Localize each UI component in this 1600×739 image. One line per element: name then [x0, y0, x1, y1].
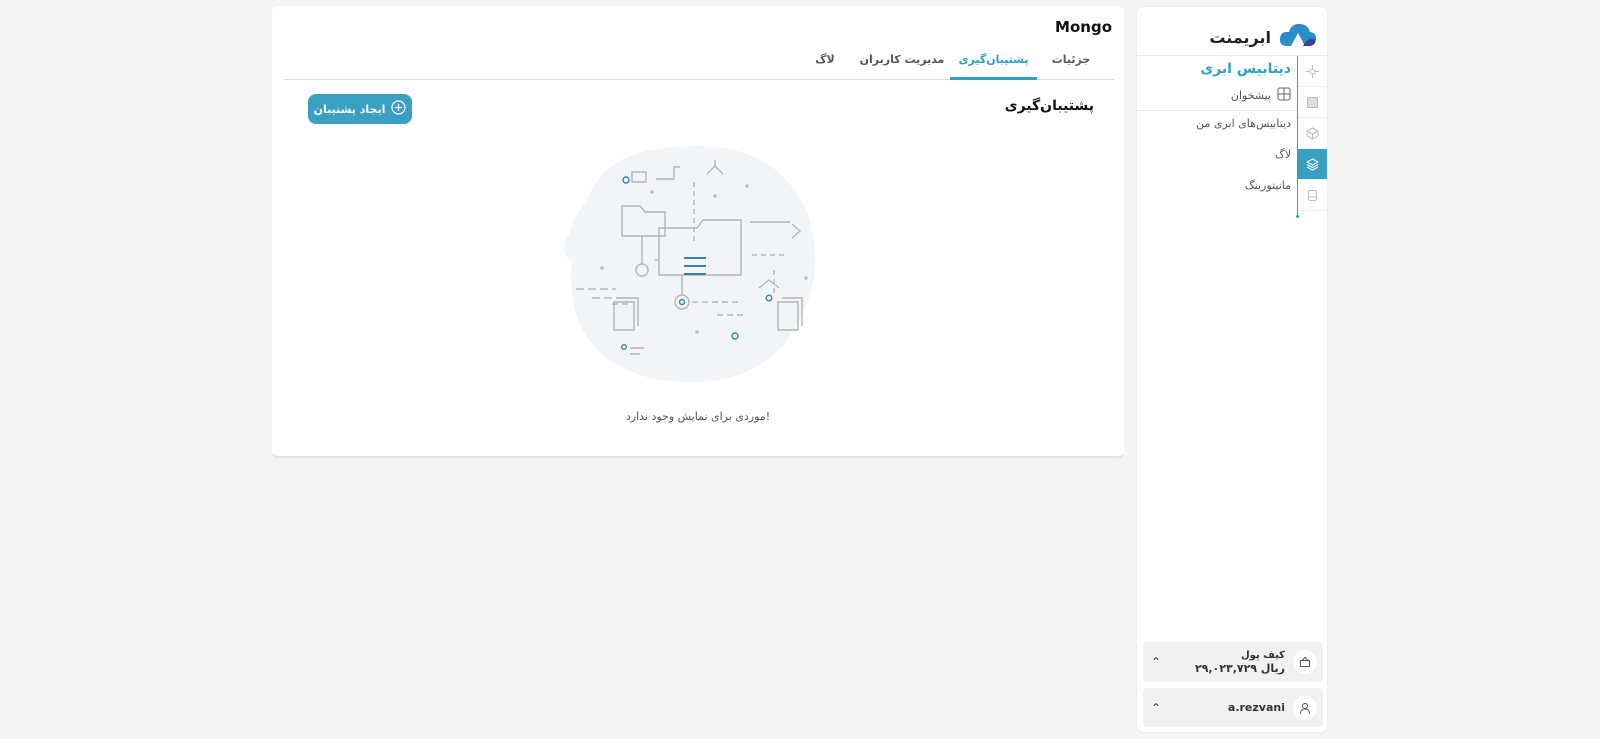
- network-icon[interactable]: [1298, 56, 1327, 87]
- tab-backup[interactable]: پشتیبان‌گیری: [950, 43, 1037, 80]
- sidebar-item-label: مانیتورینگ: [1244, 179, 1291, 192]
- divider: [1137, 110, 1297, 111]
- sidebar-item-my-databases[interactable]: دیتابیس‌های ابری من: [1196, 117, 1291, 130]
- dashboard-icon: [1277, 87, 1291, 104]
- chevron-up-icon[interactable]: ⌃: [1149, 655, 1163, 669]
- tab-details[interactable]: جزئیات: [1037, 43, 1105, 80]
- sidebar-item-label: پیشخوان: [1230, 89, 1271, 102]
- box-icon[interactable]: [1298, 118, 1327, 149]
- wallet-label: کیف پول: [1241, 649, 1285, 661]
- rail-indicator: [1296, 215, 1299, 218]
- sidebar-item-log[interactable]: لاگ: [1275, 148, 1291, 161]
- plus-circle-icon: [391, 100, 407, 118]
- button-label: ایجاد پشتیبان: [313, 102, 386, 116]
- brand-logo-icon: [1279, 22, 1317, 52]
- wallet-icon: [1293, 650, 1317, 674]
- icon-rail: [1296, 56, 1327, 218]
- tab-bar: جزئیات پشتیبان‌گیری مدیریت کاربران لاگ: [284, 43, 1114, 80]
- sidebar-item-monitoring[interactable]: مانیتورینگ: [1245, 179, 1291, 192]
- server-icon[interactable]: [1298, 87, 1327, 118]
- tab-log[interactable]: لاگ: [800, 43, 850, 80]
- username: a.rezvani: [1227, 701, 1285, 714]
- sidebar: ابریمنت دیتابیس ابری پیشخوان دیتابیس‌های…: [1136, 6, 1328, 733]
- main-panel: Mongo جزئیات پشتیبان‌گیری مدیریت کاربران…: [272, 6, 1124, 458]
- sidebar-item-label: دیتابیس‌های ابری من: [1196, 117, 1291, 130]
- sidebar-item-label: لاگ: [1274, 148, 1291, 161]
- section-title: دیتابیس ابری: [1200, 61, 1291, 77]
- user-icon: [1293, 695, 1317, 720]
- wallet-panel[interactable]: ⌃ کیف پول ۲۹,۰۲۳,۷۲۹ ریال: [1143, 642, 1323, 682]
- empty-state-illustration: [562, 142, 832, 388]
- section-heading: پشتیبان‌گیری: [1004, 98, 1094, 114]
- tab-user-management[interactable]: مدیریت کاربران: [856, 43, 948, 80]
- user-panel[interactable]: ⌃ a.rezvani: [1143, 688, 1323, 727]
- layers-icon[interactable]: [1298, 149, 1327, 180]
- create-backup-button[interactable]: ایجاد پشتیبان: [308, 94, 412, 124]
- empty-state-message: موردی برای نمایش وجود ندارد!: [625, 410, 771, 423]
- brand[interactable]: ابریمنت: [1137, 17, 1327, 57]
- database-icon[interactable]: [1298, 180, 1327, 211]
- brand-name: ابریمنت: [1209, 27, 1271, 47]
- wallet-info: کیف پول ۲۹,۰۲۳,۷۲۹ ریال: [1163, 650, 1293, 675]
- wallet-balance: ۲۹,۰۲۳,۷۲۹ ریال: [1194, 661, 1285, 675]
- sidebar-item-dashboard[interactable]: پیشخوان: [1231, 87, 1291, 104]
- chevron-up-icon[interactable]: ⌃: [1149, 701, 1163, 715]
- page-title: Mongo: [1055, 18, 1112, 36]
